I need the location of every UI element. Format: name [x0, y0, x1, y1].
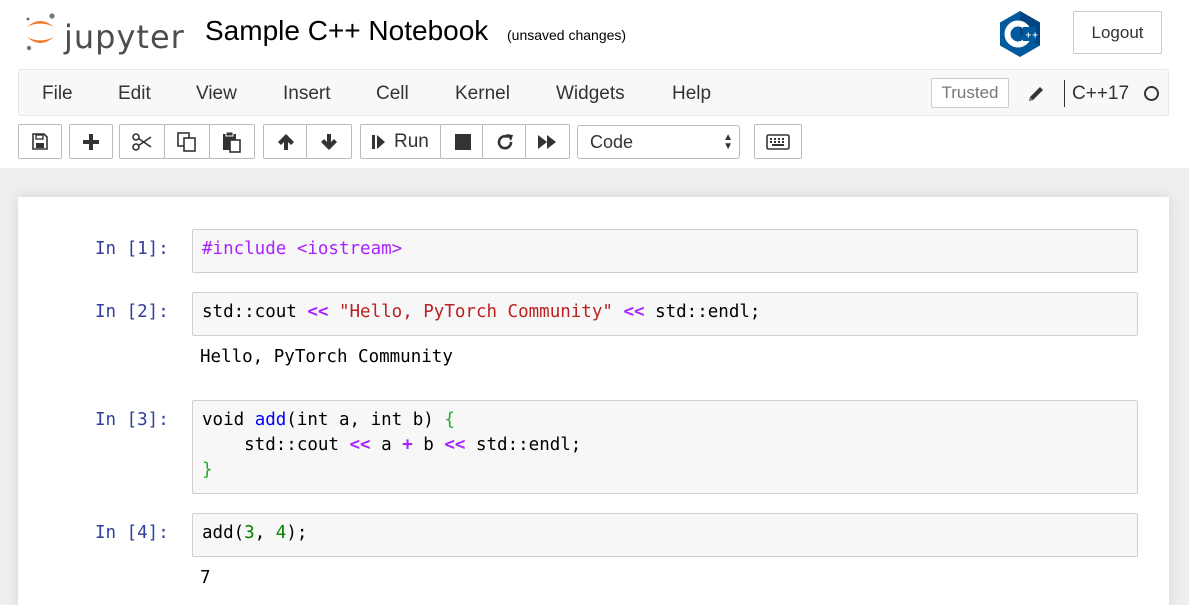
save-button[interactable] — [18, 124, 62, 159]
fast-forward-icon — [538, 135, 556, 149]
restart-icon — [497, 134, 513, 150]
move-down-button[interactable] — [306, 124, 352, 159]
cell-output: 7 — [200, 568, 211, 588]
notebook-title[interactable]: Sample C++ Notebook — [205, 15, 488, 47]
menu-help[interactable]: Help — [672, 70, 711, 117]
cell-type-select[interactable]: Code ▲ ▼ — [577, 125, 740, 159]
cell-output: Hello, PyTorch Community — [200, 347, 453, 367]
run-label: Run — [394, 131, 429, 152]
code-cell-input[interactable]: std::cout << "Hello, PyTorch Community" … — [192, 292, 1138, 336]
cell-prompt: In [3]: — [95, 410, 169, 430]
menubar: File Edit View Insert Cell Kernel Widget… — [18, 69, 1169, 116]
logout-button[interactable]: Logout — [1073, 11, 1162, 54]
arrow-down-icon — [321, 134, 337, 150]
jupyter-logo[interactable]: jupyter — [22, 10, 192, 56]
header-top-bar: jupyter Sample C++ Notebook (unsaved cha… — [0, 0, 1189, 68]
copy-button[interactable] — [164, 124, 210, 159]
cell-prompt: In [4]: — [95, 523, 169, 543]
code-cell-input[interactable]: add(3, 4); — [192, 513, 1138, 557]
kernel-name[interactable]: C++17 — [1072, 70, 1129, 117]
cut-button[interactable] — [119, 124, 165, 159]
code-cell-input[interactable]: #include <iostream> — [192, 229, 1138, 273]
kernel-divider — [1064, 80, 1065, 107]
cell-prompt: In [1]: — [95, 239, 169, 259]
cell-prompt: In [2]: — [95, 302, 169, 322]
menu-cell[interactable]: Cell — [376, 70, 409, 117]
code-line: std::cout << "Hello, PyTorch Community" … — [202, 302, 761, 322]
menu-file[interactable]: File — [42, 70, 73, 117]
run-button[interactable]: Run — [360, 124, 441, 159]
save-icon — [32, 133, 48, 150]
menu-edit[interactable]: Edit — [118, 70, 151, 117]
move-up-button[interactable] — [263, 124, 308, 159]
menu-widgets[interactable]: Widgets — [556, 70, 625, 117]
paste-button[interactable] — [209, 124, 255, 159]
notebook-container: In [1]: #include <iostream> In [2]: std:… — [18, 197, 1169, 605]
code-block: void add(int a, int b) { std::cout << a … — [202, 410, 582, 480]
jupyter-logo-icon — [26, 13, 55, 51]
menu-kernel[interactable]: Kernel — [455, 70, 510, 117]
select-caret-icon: ▲ ▼ — [723, 132, 733, 152]
stop-icon — [455, 134, 471, 150]
kernel-idle-icon — [1144, 86, 1159, 101]
restart-run-all-button[interactable] — [525, 124, 570, 159]
keyboard-icon — [766, 134, 790, 150]
plus-icon — [83, 134, 99, 150]
jupyter-logo-text: jupyter — [64, 18, 185, 56]
notebook-header: jupyter Sample C++ Notebook (unsaved cha… — [0, 0, 1189, 168]
code-cell-input[interactable]: void add(int a, int b) { std::cout << a … — [192, 400, 1138, 494]
insert-cell-button[interactable] — [69, 124, 113, 159]
svg-text:++: ++ — [1025, 31, 1038, 40]
pencil-icon[interactable] — [1025, 83, 1047, 105]
step-icon — [372, 135, 385, 149]
code-line: #include <iostream> — [202, 239, 403, 259]
copy-icon — [177, 132, 196, 152]
restart-button[interactable] — [482, 124, 527, 159]
command-palette-button[interactable] — [754, 124, 802, 159]
arrow-up-icon — [278, 134, 294, 150]
trusted-indicator[interactable]: Trusted — [931, 78, 1009, 108]
menu-view[interactable]: View — [196, 70, 237, 117]
cpp-logo-icon: ++ — [996, 10, 1044, 58]
interrupt-button[interactable] — [440, 124, 484, 159]
code-line: add(3, 4); — [202, 523, 308, 543]
paste-icon — [223, 131, 241, 153]
save-status: (unsaved changes) — [507, 27, 627, 43]
scissors-icon — [132, 133, 152, 151]
menu-insert[interactable]: Insert — [283, 70, 331, 117]
cell-type-value: Code — [590, 132, 634, 152]
